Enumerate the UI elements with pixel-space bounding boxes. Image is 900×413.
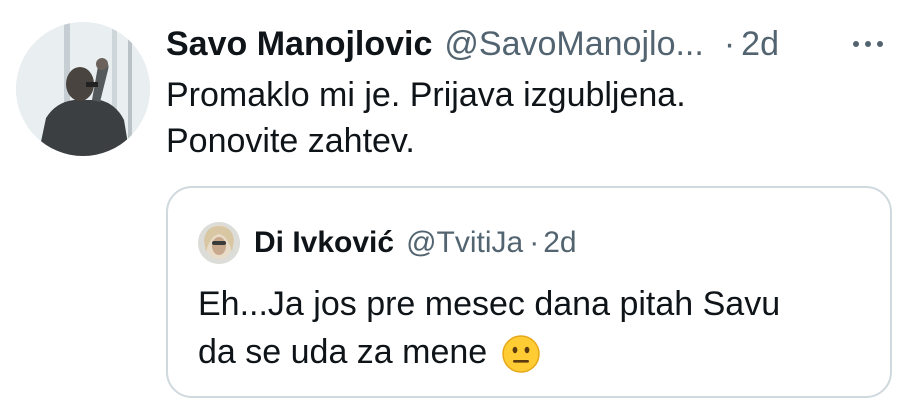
quoted-author-name[interactable]: Di Ivković — [254, 226, 394, 260]
more-icon[interactable] — [848, 22, 888, 66]
author-name[interactable]: Savo Manojlovic — [166, 25, 432, 64]
separator-dot: · — [723, 24, 736, 63]
tweet-header: Savo Manojlovic @SavoManojlo... · 2d — [166, 22, 896, 66]
quoted-text: Eh...Ja jos pre mesec dana pitah Savu da… — [198, 280, 878, 376]
quoted-timestamp[interactable]: 2d — [543, 226, 576, 260]
quoted-header: Di Ivković @TvitiJa · 2d — [254, 222, 577, 264]
tweet-timestamp[interactable]: 2d — [741, 25, 779, 64]
neutral-face-icon — [501, 334, 541, 374]
quoted-text-fragment: da se uda za mene — [198, 333, 488, 371]
quoted-text-line: Eh...Ja jos pre mesec dana pitah Savu — [198, 285, 781, 323]
quoted-author-handle[interactable]: @TvitiJa — [406, 226, 523, 260]
author-handle[interactable]: @SavoManojlo... — [444, 25, 703, 64]
avatar-photo — [16, 22, 150, 156]
tweet-text-line: Ponovite zahtev. — [166, 122, 415, 160]
tweet-text-line: Promaklo mi je. Prijava izgubljena. — [166, 76, 686, 114]
avatar[interactable] — [16, 22, 150, 156]
tweet-text: Promaklo mi je. Prijava izgubljena. Pono… — [166, 72, 886, 164]
avatar-photo — [198, 222, 240, 264]
quoted-avatar[interactable] — [198, 222, 240, 264]
separator-dot: · — [529, 226, 540, 259]
quoted-tweet[interactable]: Di Ivković @TvitiJa · 2d Eh...Ja jos pre… — [166, 186, 892, 398]
tweet[interactable]: Savo Manojlovic @SavoManojlo... · 2d Pro… — [0, 0, 900, 413]
quoted-text-line: da se uda za mene — [198, 328, 878, 376]
